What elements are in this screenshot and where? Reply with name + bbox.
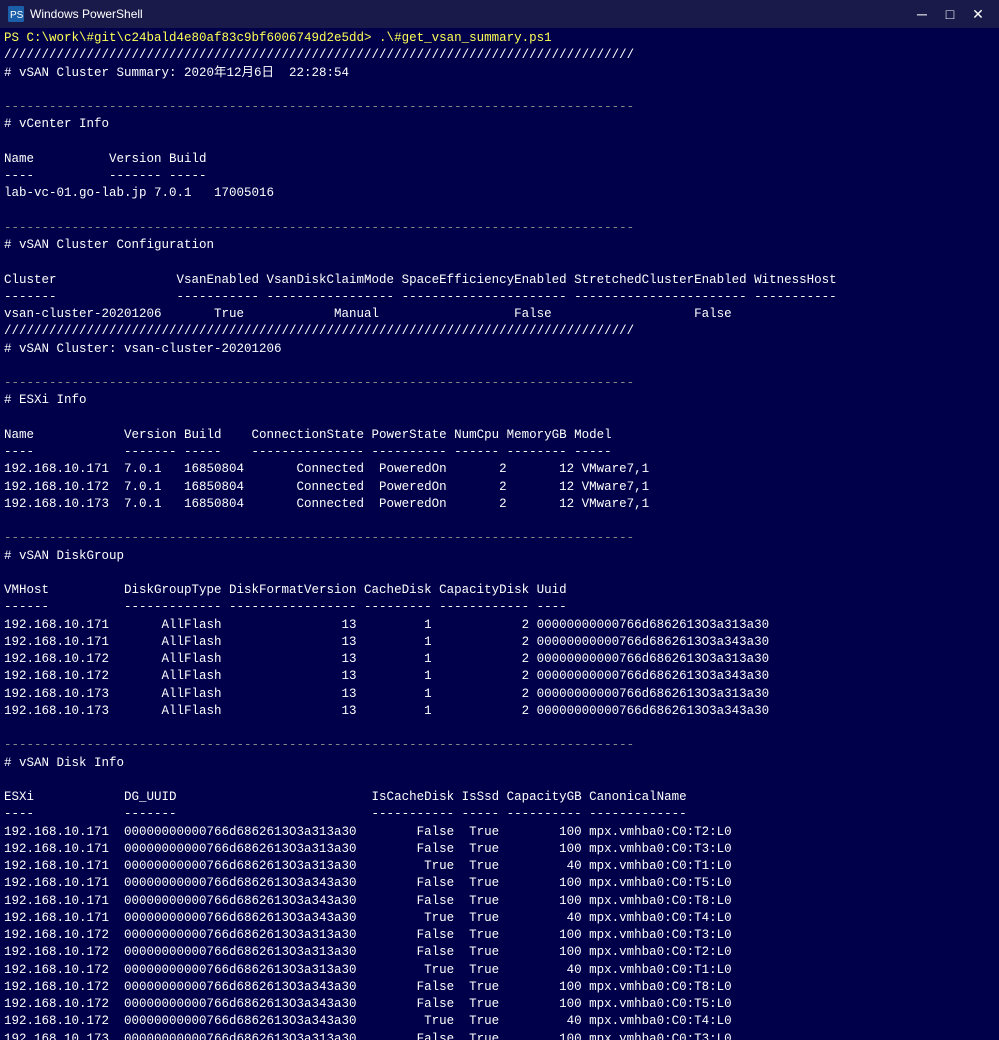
window-title: Windows PowerShell [30,7,909,21]
close-button[interactable]: ✕ [965,4,991,24]
app-icon: PS [8,6,24,22]
window-controls: ─ □ ✕ [909,4,991,24]
svg-text:PS: PS [10,10,24,21]
terminal-output: PS C:\work\#git\c24bald4e80af83c9bf60067… [0,28,999,1040]
maximize-button[interactable]: □ [937,4,963,24]
minimize-button[interactable]: ─ [909,4,935,24]
titlebar: PS Windows PowerShell ─ □ ✕ [0,0,999,28]
